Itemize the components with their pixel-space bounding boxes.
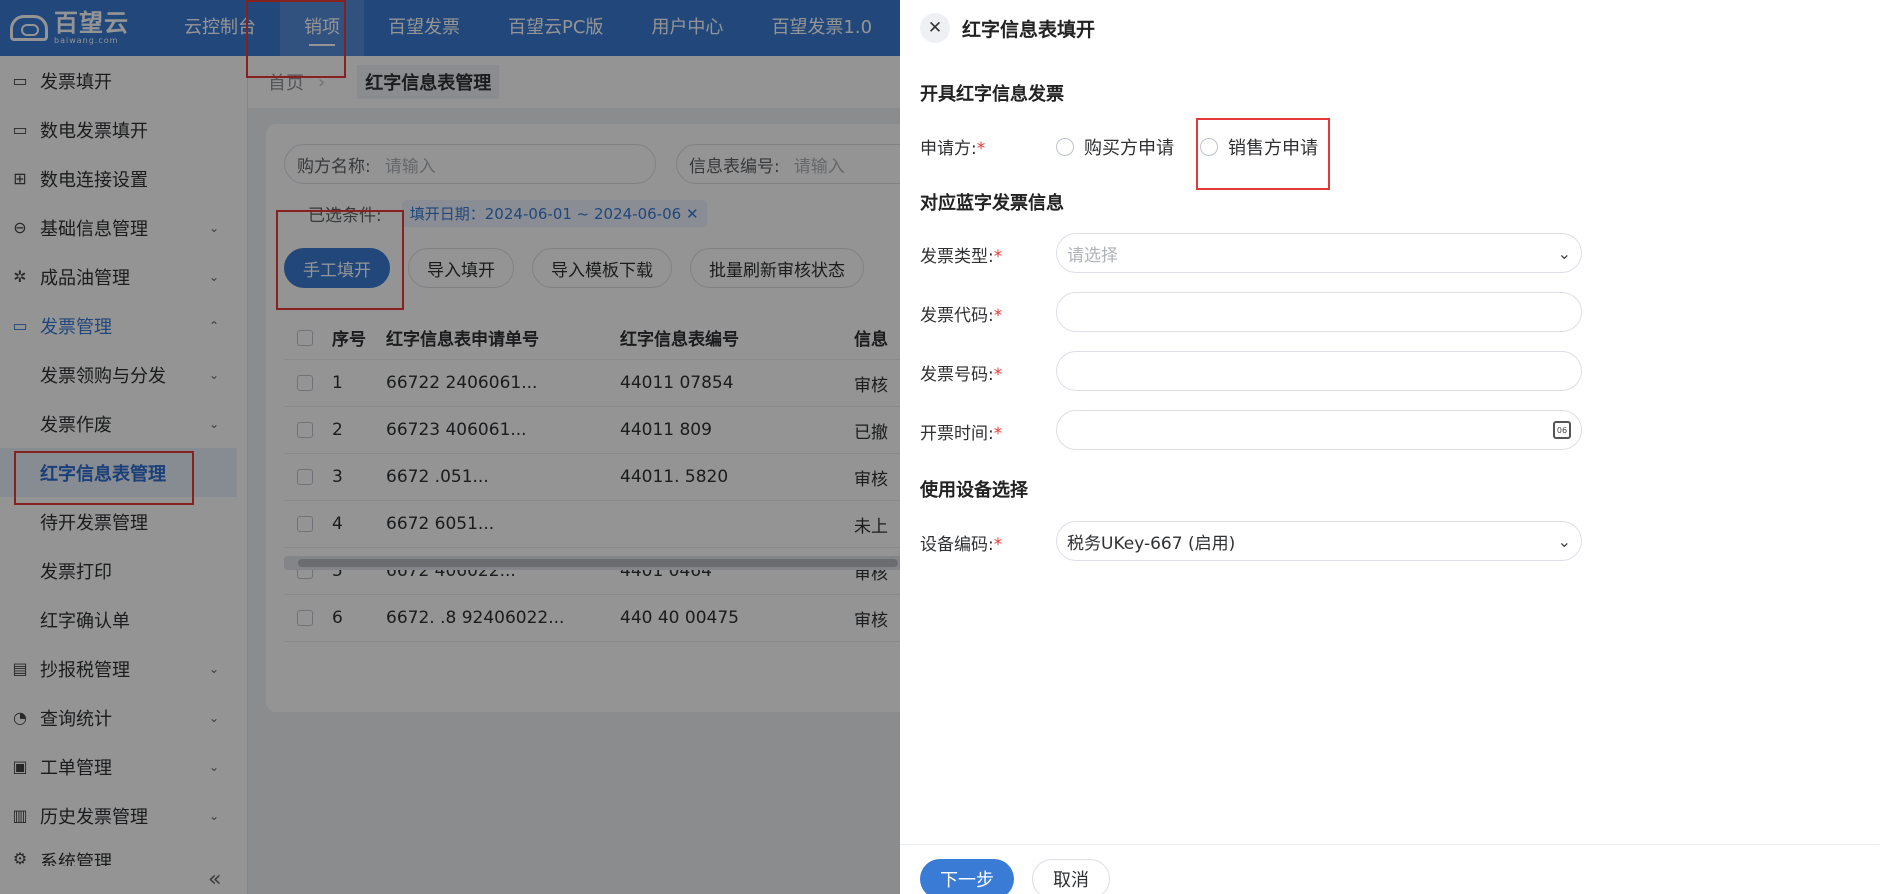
field-label: 设备编码:	[920, 535, 994, 555]
highlight-box-seller-radio	[1196, 118, 1330, 190]
field-label: 申请方:	[920, 139, 977, 159]
required-mark: *	[993, 247, 1003, 267]
chevron-down-icon: ⌄	[1557, 243, 1571, 263]
next-step-button[interactable]: 下一步	[920, 859, 1014, 894]
chevron-down-icon: ⌄	[1557, 531, 1571, 551]
select-value: 税务UKey-667 (启用)	[1067, 533, 1236, 554]
field-label: 发票号码:	[920, 365, 994, 385]
field-label: 发票类型:	[920, 247, 994, 267]
required-mark: *	[993, 306, 1003, 326]
close-icon[interactable]: ✕	[920, 13, 950, 43]
invoice-number-label: 发票号码:*	[920, 360, 1002, 385]
invoice-code-label: 发票代码:*	[920, 301, 1002, 326]
invoice-type-label: 发票类型:*	[920, 242, 1002, 267]
radio-label: 购买方申请	[1084, 138, 1174, 159]
section-title-blue-invoice: 对应蓝字发票信息	[920, 193, 1064, 214]
section-title-issue: 开具红字信息发票	[920, 84, 1064, 105]
required-mark: *	[993, 365, 1003, 385]
required-mark: *	[993, 424, 1003, 444]
cancel-button[interactable]: 取消	[1032, 859, 1110, 894]
calendar-icon[interactable]: 06	[1553, 421, 1571, 439]
select-placeholder: 请选择	[1067, 245, 1118, 266]
invoice-type-select[interactable]: 请选择 ⌄	[1056, 233, 1582, 273]
applicant-label: 申请方:*	[920, 134, 985, 159]
drawer-header: ✕ 红字信息表填开	[900, 0, 1880, 56]
field-label: 开票时间:	[920, 424, 994, 444]
drawer-footer: 下一步 取消	[900, 844, 1880, 894]
field-label: 发票代码:	[920, 306, 994, 326]
radio-buyer-apply[interactable]: 购买方申请	[1056, 134, 1174, 160]
page-edge	[1880, 0, 1886, 894]
drawer-title: 红字信息表填开	[962, 18, 1096, 41]
required-mark: *	[976, 139, 986, 159]
invoice-code-input[interactable]	[1056, 292, 1582, 332]
required-mark: *	[993, 535, 1003, 555]
issue-time-datepicker[interactable]: 06	[1056, 410, 1582, 450]
device-code-select[interactable]: 税务UKey-667 (启用) ⌄	[1056, 521, 1582, 561]
red-info-issue-drawer: ✕ 红字信息表填开 开具红字信息发票 申请方:* 购买方申请 销售方申请 对应蓝…	[900, 0, 1880, 894]
invoice-number-input[interactable]	[1056, 351, 1582, 391]
section-title-device: 使用设备选择	[920, 480, 1028, 501]
radio-circle[interactable]	[1056, 138, 1074, 156]
issue-time-label: 开票时间:*	[920, 419, 1002, 444]
device-code-label: 设备编码:*	[920, 530, 1002, 555]
